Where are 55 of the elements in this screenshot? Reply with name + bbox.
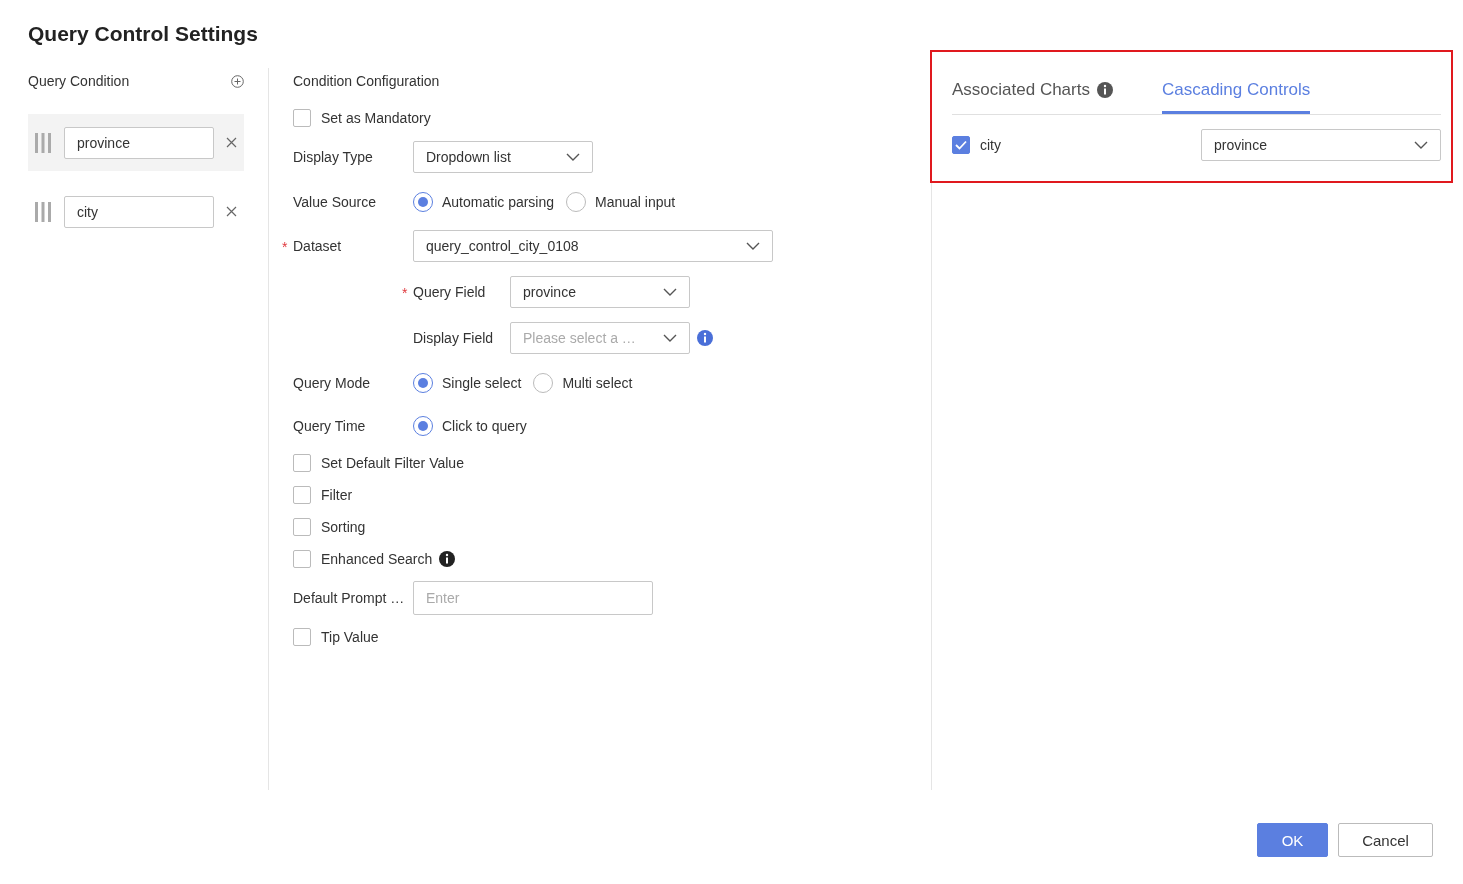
checkbox[interactable] <box>293 628 311 646</box>
field-label: Query Time <box>293 417 366 434</box>
radio-label: Single select <box>442 374 522 391</box>
dropdown[interactable]: province <box>510 276 690 308</box>
checkbox[interactable] <box>952 136 970 154</box>
checkbox-label: Set as Mandatory <box>321 110 431 126</box>
checkbox-label: Set Default Filter Value <box>321 455 464 471</box>
drag-handle-icon[interactable] <box>34 131 52 154</box>
dialog-title: Query Control Settings <box>28 22 259 46</box>
field-label: Query Mode <box>293 374 371 391</box>
field-label: Default Prompt … <box>293 590 405 606</box>
checkbox-label: Tip Value <box>321 629 379 645</box>
chevron-down-icon <box>1414 141 1428 149</box>
tab[interactable]: Cascading Controls <box>1161 68 1311 114</box>
radio-label: Multi select <box>562 374 633 391</box>
close-icon[interactable] <box>226 137 237 148</box>
condition-item[interactable]: province <box>28 114 244 171</box>
dropdown[interactable]: province <box>1201 129 1441 161</box>
checkbox-label: Enhanced Search <box>321 551 433 567</box>
checkbox[interactable] <box>293 486 311 504</box>
checkbox[interactable] <box>293 550 311 568</box>
add-icon[interactable] <box>231 74 244 88</box>
panel-heading: Condition Configuration <box>293 73 440 89</box>
text-field[interactable]: city <box>64 195 214 228</box>
checkbox[interactable] <box>293 518 311 536</box>
close-icon[interactable] <box>226 206 237 217</box>
panel-heading: Query Condition <box>28 73 130 89</box>
checkbox-label: Sorting <box>321 519 366 535</box>
chevron-down-icon <box>663 288 677 296</box>
checkbox-label: Filter <box>321 487 353 503</box>
tab[interactable]: Associated Charts <box>952 68 1114 114</box>
field-label: Display Field <box>413 330 494 346</box>
cancel-button[interactable]: Cancel <box>1338 823 1433 857</box>
checkbox[interactable] <box>293 454 311 472</box>
chevron-down-icon <box>746 242 760 250</box>
radio-label: Manual input <box>595 193 676 210</box>
ok-button[interactable]: OK <box>1257 823 1328 857</box>
required-mark: * <box>402 285 408 301</box>
dropdown[interactable]: Dropdown list <box>413 141 593 173</box>
text-field[interactable]: province <box>64 126 214 159</box>
field-label: Display Type <box>293 149 373 165</box>
radio-label: Automatic parsing <box>442 193 555 210</box>
radio-label: Click to query <box>442 417 527 434</box>
field-label: Value Source <box>293 193 376 210</box>
field-label: Dataset <box>293 238 342 254</box>
chevron-down-icon <box>566 153 580 161</box>
checkbox-label: city <box>980 137 1001 153</box>
required-mark: * <box>282 239 288 255</box>
chevron-down-icon <box>663 334 677 342</box>
field-label: Query Field <box>413 284 486 300</box>
checkbox[interactable] <box>293 109 311 127</box>
drag-handle-icon[interactable] <box>34 200 52 223</box>
dropdown[interactable]: query_control_city_0108 <box>413 230 773 262</box>
condition-item[interactable]: city <box>28 183 244 240</box>
checkmark-icon <box>955 140 967 150</box>
